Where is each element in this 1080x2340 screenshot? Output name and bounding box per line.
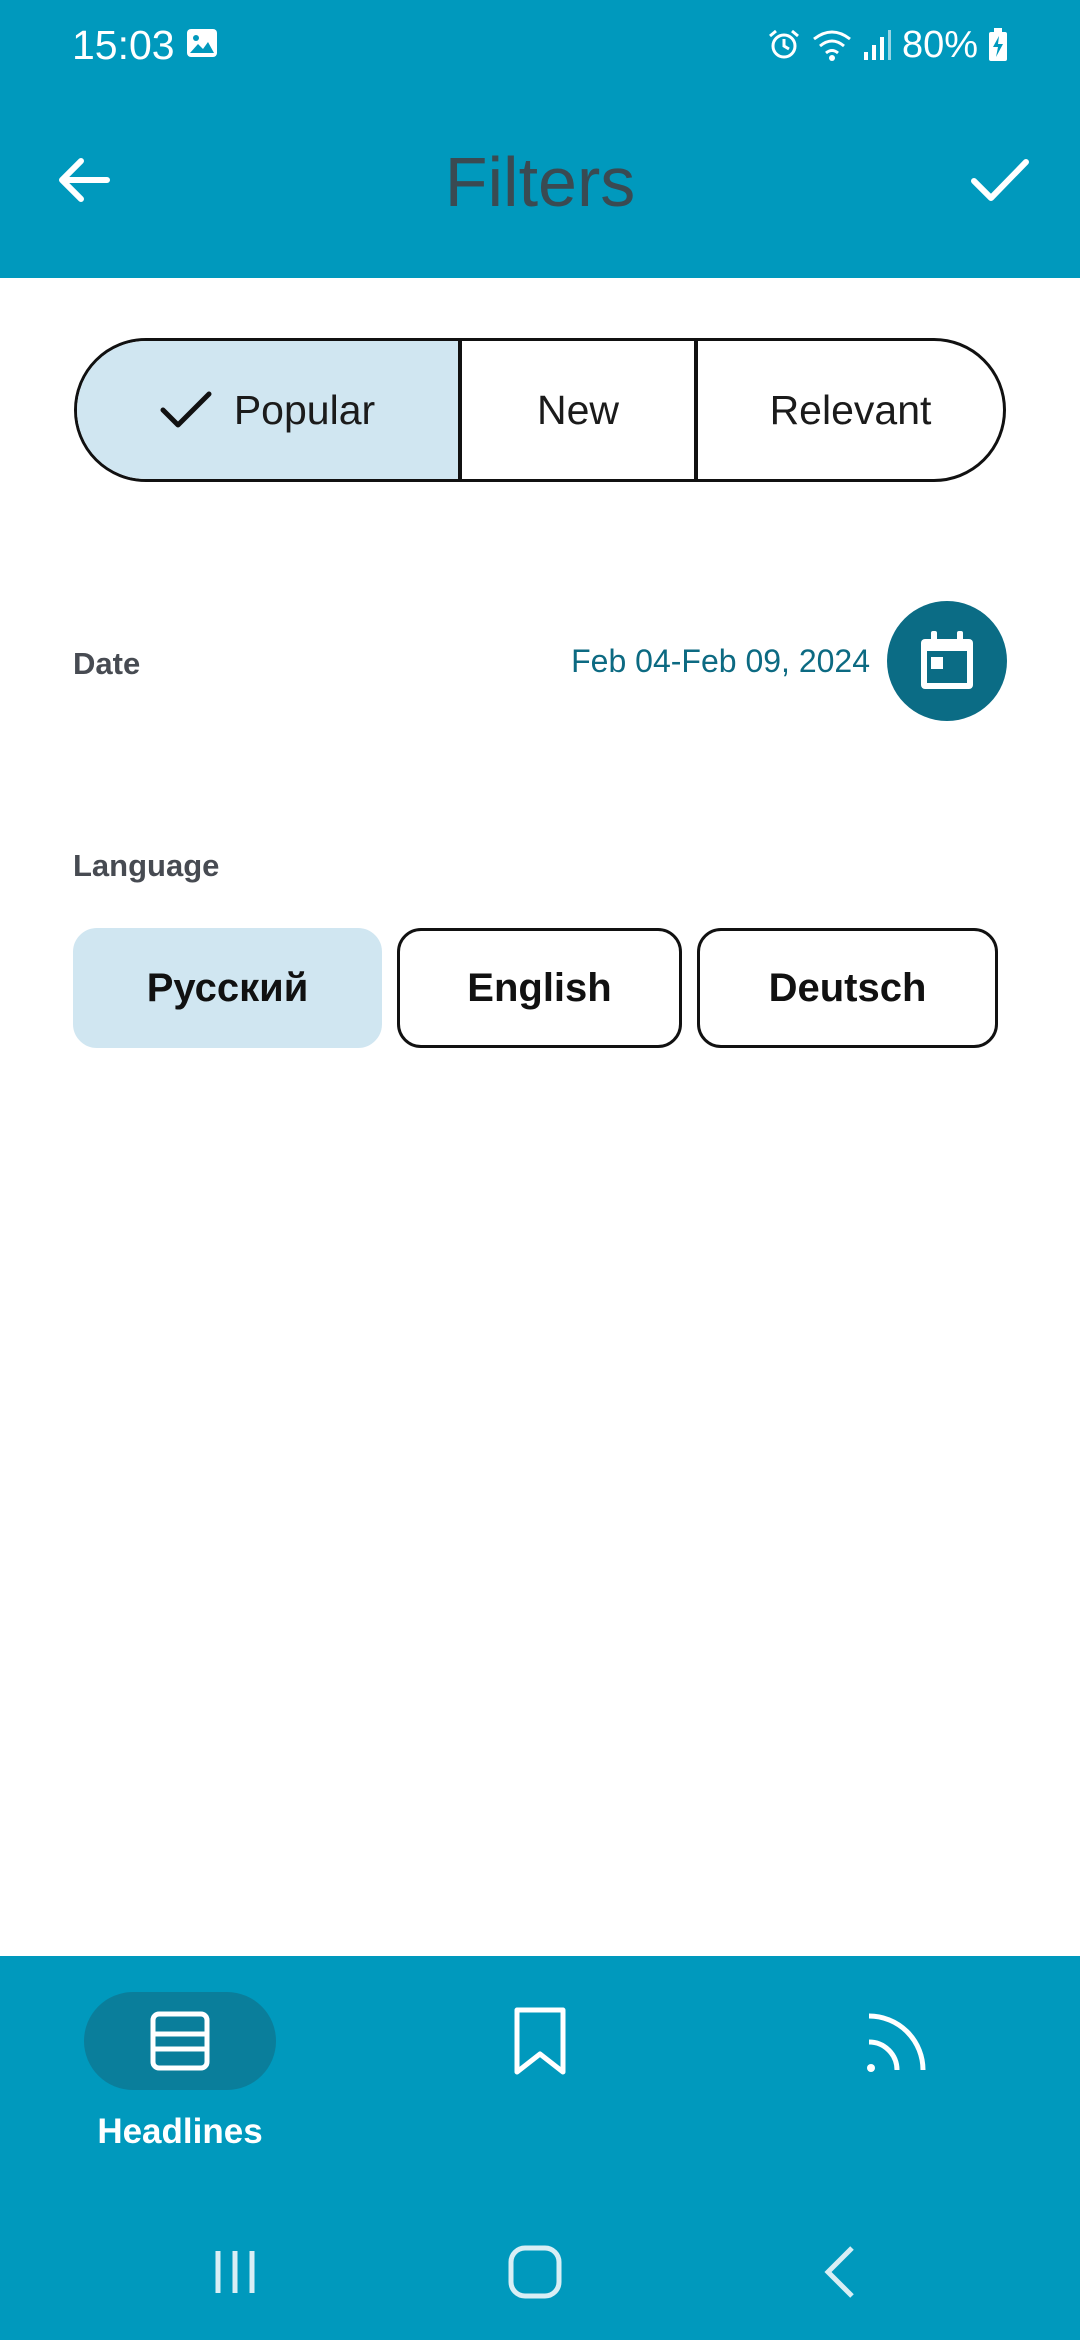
date-range-value[interactable]: Feb 04-Feb 09, 2024	[571, 643, 870, 680]
feed-icon	[867, 2013, 926, 2072]
bottom-navigation: Headlines	[0, 1956, 1080, 2340]
sort-segmented-control: Popular New Relevant	[74, 338, 1006, 482]
language-chip-russian[interactable]: Русский	[73, 928, 382, 1048]
language-chip-english[interactable]: English	[397, 928, 682, 1048]
nav-item-headlines[interactable]	[84, 1992, 276, 2090]
page-title: Filters	[444, 143, 636, 221]
headlines-icon	[150, 2011, 210, 2071]
status-bar: 15:03 80%	[0, 0, 1080, 90]
language-chip-label: English	[467, 965, 612, 1010]
language-label: Language	[73, 848, 220, 883]
sort-option-new[interactable]: New	[458, 341, 694, 479]
alarm-icon	[766, 27, 802, 63]
home-icon	[508, 2245, 562, 2299]
language-chip-label: Deutsch	[768, 965, 927, 1010]
date-picker-button[interactable]	[887, 601, 1007, 721]
nav-item-label: Headlines	[97, 2112, 263, 2151]
language-chip-german[interactable]: Deutsch	[697, 928, 998, 1048]
check-icon	[160, 391, 212, 428]
sort-option-popular[interactable]: Popular	[77, 341, 458, 479]
back-chevron-icon	[824, 2246, 854, 2298]
recents-icon	[215, 2251, 255, 2293]
system-back-button[interactable]	[800, 2232, 880, 2312]
sort-option-label: Relevant	[769, 386, 932, 433]
nav-item-bookmarks[interactable]	[500, 1992, 580, 2090]
top-app-bar: 15:03 80% Filters	[0, 0, 1080, 278]
battery-percentage: 80%	[901, 24, 978, 66]
date-label: Date	[73, 646, 141, 681]
recent-apps-button[interactable]	[195, 2232, 275, 2312]
nav-item-feed[interactable]	[858, 1992, 938, 2090]
system-navigation-bar	[0, 2210, 1080, 2320]
status-time: 15:03	[72, 22, 175, 68]
gallery-icon	[186, 28, 218, 58]
wifi-icon	[812, 27, 852, 63]
sort-option-label: Popular	[233, 386, 376, 433]
home-button[interactable]	[495, 2232, 575, 2312]
sort-option-label: New	[536, 386, 620, 433]
check-icon	[971, 159, 1029, 201]
calendar-icon	[921, 631, 973, 689]
language-chip-label: Русский	[146, 965, 309, 1010]
bookmark-icon	[514, 2007, 566, 2075]
confirm-button[interactable]	[964, 148, 1036, 212]
battery-charging-icon	[988, 28, 1008, 62]
sort-option-relevant[interactable]: Relevant	[694, 341, 1003, 479]
status-icons: 80%	[766, 20, 1008, 70]
signal-icon	[862, 28, 892, 62]
